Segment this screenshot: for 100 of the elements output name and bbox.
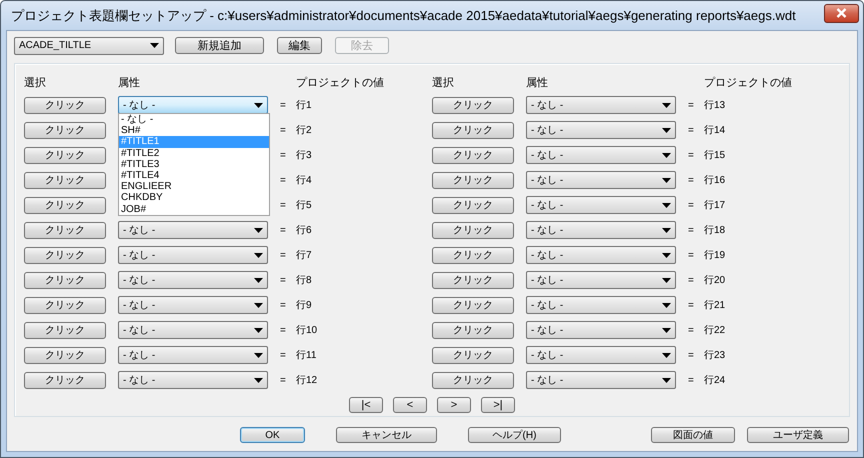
dialog-button[interactable]: OK: [240, 427, 305, 443]
click-button[interactable]: クリック: [432, 272, 514, 288]
attribute-dropdown[interactable]: - なし -: [526, 346, 676, 364]
row-value: 行11: [296, 349, 318, 362]
dropdown-option[interactable]: SH#: [119, 125, 269, 136]
click-button[interactable]: クリック: [24, 196, 106, 214]
click-button[interactable]: クリック: [24, 246, 106, 264]
equals-sign: =: [688, 224, 695, 236]
click-button[interactable]: クリック: [24, 346, 106, 364]
attribute-dropdown[interactable]: - なし -: [118, 221, 268, 239]
attribute-dropdown[interactable]: - なし -: [118, 371, 268, 389]
toolbar-button[interactable]: 新規追加: [175, 37, 264, 54]
attribute-dropdown[interactable]: - なし -: [526, 221, 676, 239]
click-button[interactable]: クリック: [24, 372, 106, 388]
click-button[interactable]: クリック: [432, 96, 514, 114]
column-header: 選択: [24, 76, 47, 89]
dropdown-option[interactable]: #TITLE3: [119, 158, 269, 170]
click-button[interactable]: クリック: [24, 172, 106, 188]
caret-icon: [254, 378, 263, 382]
toolbar-button[interactable]: 編集: [277, 37, 322, 54]
attribute-dropdown[interactable]: - なし -: [118, 271, 268, 289]
title-block-dropdown[interactable]: ACADE_TILTLE: [14, 36, 164, 54]
equals-sign: =: [280, 174, 287, 186]
click-button[interactable]: クリック: [432, 322, 514, 338]
click-button[interactable]: クリック: [432, 172, 514, 188]
caret-icon: [254, 302, 263, 308]
click-button[interactable]: クリック: [432, 196, 514, 214]
equals-sign: =: [280, 350, 287, 360]
click-button[interactable]: クリック: [432, 122, 514, 138]
row-value: 行18: [704, 224, 726, 237]
caret-icon: [254, 252, 263, 258]
dropdown-option[interactable]: - なし -: [119, 114, 269, 126]
attribute-dropdown[interactable]: - なし -: [526, 296, 676, 314]
dropdown-option[interactable]: CHKDBY: [119, 192, 269, 204]
dialog-button[interactable]: ヘルプ(H): [468, 427, 561, 443]
row-value: 行3: [296, 149, 313, 162]
equals-sign: =: [280, 124, 287, 136]
attribute-dropdown[interactable]: - なし -: [526, 196, 676, 214]
attribute-dropdown[interactable]: - なし -: [118, 321, 268, 339]
click-button[interactable]: クリック: [24, 322, 106, 338]
row-value: 行21: [704, 299, 726, 312]
attribute-dropdown[interactable]: - なし -: [118, 296, 268, 314]
dialog-button[interactable]: ユーザ定義: [747, 427, 849, 443]
click-button[interactable]: クリック: [24, 296, 106, 314]
attribute-dropdown[interactable]: - なし -: [526, 171, 676, 189]
attribute-dropdown[interactable]: - なし -: [526, 371, 676, 389]
click-button[interactable]: クリック: [432, 246, 514, 264]
caret-icon: [254, 278, 263, 282]
row-value: 行8: [296, 274, 313, 287]
row-value: 行12: [296, 374, 318, 387]
click-button[interactable]: クリック: [432, 372, 514, 388]
dropdown-option[interactable]: JOB#: [119, 204, 269, 215]
caret-icon: [662, 202, 671, 208]
caret-icon: [662, 178, 671, 182]
page-button[interactable]: >: [437, 397, 471, 413]
click-button[interactable]: クリック: [24, 146, 106, 164]
caret-icon: [662, 228, 671, 232]
click-button[interactable]: クリック: [24, 272, 106, 288]
caret-icon: [662, 252, 671, 258]
row-value: 行15: [704, 149, 726, 162]
click-button[interactable]: クリック: [432, 222, 514, 238]
attribute-dropdown[interactable]: - なし -: [118, 346, 268, 364]
click-button[interactable]: クリック: [24, 96, 106, 114]
equals-sign: =: [280, 374, 287, 386]
dialog-button[interactable]: 図面の値: [651, 427, 735, 443]
caret-icon: [662, 102, 671, 108]
attribute-dropdown[interactable]: - なし -: [526, 146, 676, 164]
close-button[interactable]: [824, 4, 859, 22]
column-header: プロジェクトの値: [704, 76, 793, 89]
attribute-dropdown[interactable]: - なし -: [526, 321, 676, 339]
attribute-dropdown[interactable]: - なし -: [526, 121, 676, 139]
attribute-dropdown[interactable]: - なし -: [526, 271, 676, 289]
row-value: 行20: [704, 274, 726, 287]
caret-icon: [254, 328, 263, 332]
row-value: 行7: [296, 249, 313, 262]
attribute-dropdown[interactable]: - なし -: [526, 246, 676, 264]
attribute-dropdown[interactable]: - なし -: [118, 246, 268, 264]
click-button[interactable]: クリック: [24, 122, 106, 138]
row-value: 行24: [704, 374, 726, 387]
equals-sign: =: [688, 374, 695, 386]
caret-icon: [662, 128, 671, 132]
dialog-button[interactable]: キャンセル: [336, 427, 437, 443]
equals-sign: =: [280, 100, 287, 110]
page-button[interactable]: |<: [349, 397, 383, 413]
attribute-dropdown[interactable]: - なし -: [526, 96, 676, 114]
equals-sign: =: [280, 224, 287, 236]
row-value: 行9: [296, 299, 313, 312]
click-button[interactable]: クリック: [432, 346, 514, 364]
dropdown-option[interactable]: #TITLE4: [119, 170, 269, 182]
click-button[interactable]: クリック: [432, 296, 514, 314]
row-value: 行4: [296, 174, 313, 187]
caret-icon: [662, 278, 671, 282]
page-button[interactable]: >|: [481, 397, 515, 413]
dropdown-option[interactable]: ENGLIEER: [119, 181, 269, 192]
click-button[interactable]: クリック: [432, 146, 514, 164]
dropdown-option[interactable]: #TITLE2: [119, 148, 269, 159]
click-button[interactable]: クリック: [24, 222, 106, 238]
caret-icon: [254, 352, 263, 358]
page-button[interactable]: <: [393, 397, 427, 413]
equals-sign: =: [688, 200, 695, 210]
